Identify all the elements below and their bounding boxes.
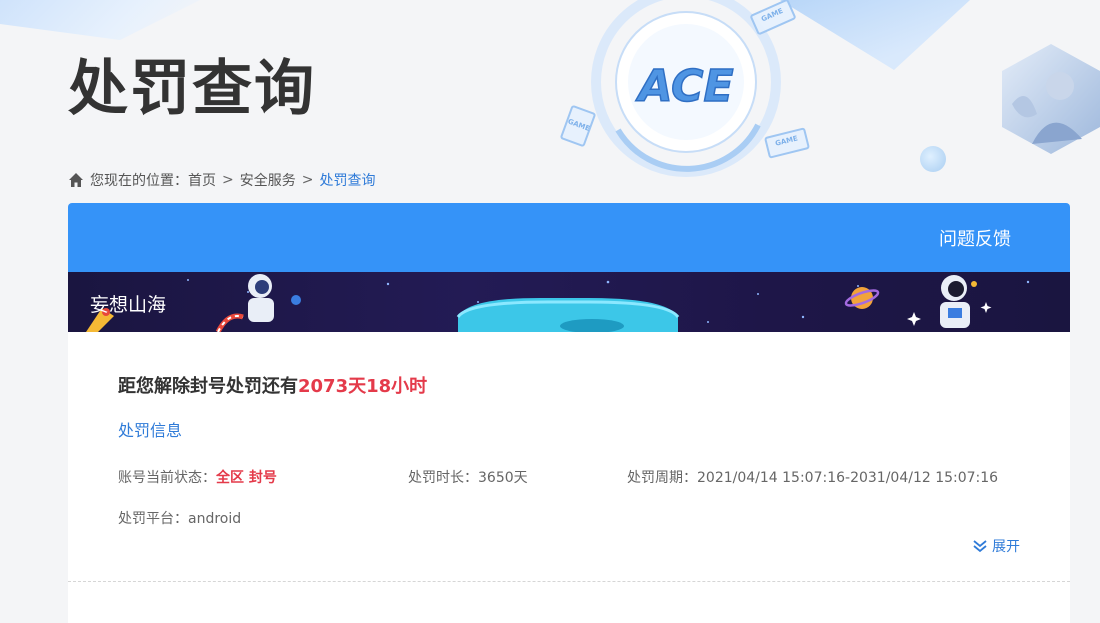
- breadcrumb-home-link[interactable]: 首页: [188, 170, 216, 190]
- countdown-value: 2073天18小时: [298, 376, 428, 397]
- breadcrumb-separator: >: [222, 172, 234, 188]
- penalty-period-value: 2021/04/14 15:07:16-2031/04/12 15:07:16: [697, 470, 999, 486]
- unban-countdown: 距您解除封号处罚还有2073天18小时: [118, 375, 1020, 399]
- feedback-link[interactable]: 问题反馈: [939, 225, 1011, 251]
- game-chip-icon: GAME: [763, 127, 811, 159]
- penalty-platform-label: 处罚平台：: [118, 511, 188, 527]
- penalty-duration-value: 3650天: [478, 470, 528, 486]
- countdown-prefix: 距您解除封号处罚还有: [118, 376, 298, 397]
- penalty-info-row: 处罚平台：android: [118, 509, 1020, 529]
- game-chip-icon: GAME: [559, 104, 597, 148]
- ace-logo-emblem: ACE: [591, 0, 781, 177]
- penalty-info-link[interactable]: 处罚信息: [118, 421, 1020, 441]
- penalty-duration-label: 处罚时长：: [408, 470, 478, 486]
- background-triangle-left: [0, 0, 200, 40]
- card-header: 问题反馈: [68, 203, 1070, 272]
- account-status-label: 账号当前状态：: [118, 470, 216, 486]
- game-name: 妄想山海: [90, 294, 167, 316]
- penalty-period-label: 处罚周期：: [627, 470, 697, 486]
- penalty-period: 处罚周期：2021/04/14 15:07:16-2031/04/12 15:0…: [627, 468, 998, 488]
- breadcrumb-security-link[interactable]: 安全服务: [240, 170, 296, 190]
- breadcrumb: 您现在的位置： 首页 > 安全服务 > 处罚查询: [68, 170, 375, 190]
- penalty-content: 距您解除封号处罚还有2073天18小时 处罚信息 账号当前状态：全区 封号 处罚…: [68, 375, 1070, 529]
- breadcrumb-prefix: 您现在的位置：: [90, 173, 188, 189]
- account-status-value: 全区 封号: [216, 470, 277, 486]
- expand-button[interactable]: 展开: [972, 536, 1020, 556]
- account-status: 账号当前状态：全区 封号: [118, 468, 277, 488]
- expand-label: 展开: [992, 539, 1020, 555]
- penalty-platform-value: android: [188, 511, 242, 527]
- ace-logo-text: ACE: [635, 61, 733, 112]
- penalty-platform: 处罚平台：android: [118, 509, 241, 529]
- penalty-duration: 处罚时长：3650天: [408, 468, 528, 488]
- game-banner: 妄想山海: [68, 272, 1070, 332]
- penalty-info-row: 账号当前状态：全区 封号 处罚时长：3650天 处罚周期：2021/04/14 …: [118, 468, 1020, 488]
- penalty-card: 问题反馈 妄想山海 距您解除封号处罚还有2073天18小时 处罚信息 账号当前状…: [68, 203, 1070, 623]
- page-title: 处罚查询: [68, 54, 316, 124]
- breadcrumb-current[interactable]: 处罚查询: [319, 170, 375, 190]
- divider: [68, 581, 1070, 582]
- game-banner-art: [86, 274, 1030, 332]
- home-icon: [69, 173, 83, 187]
- background-triangle-right: [780, 0, 970, 70]
- double-chevron-down-icon: [973, 540, 987, 553]
- breadcrumb-separator: >: [301, 172, 314, 188]
- decorative-orb: [920, 146, 946, 172]
- character-hexagon-image: [1002, 44, 1100, 154]
- game-chip-icon: GAME: [749, 0, 797, 36]
